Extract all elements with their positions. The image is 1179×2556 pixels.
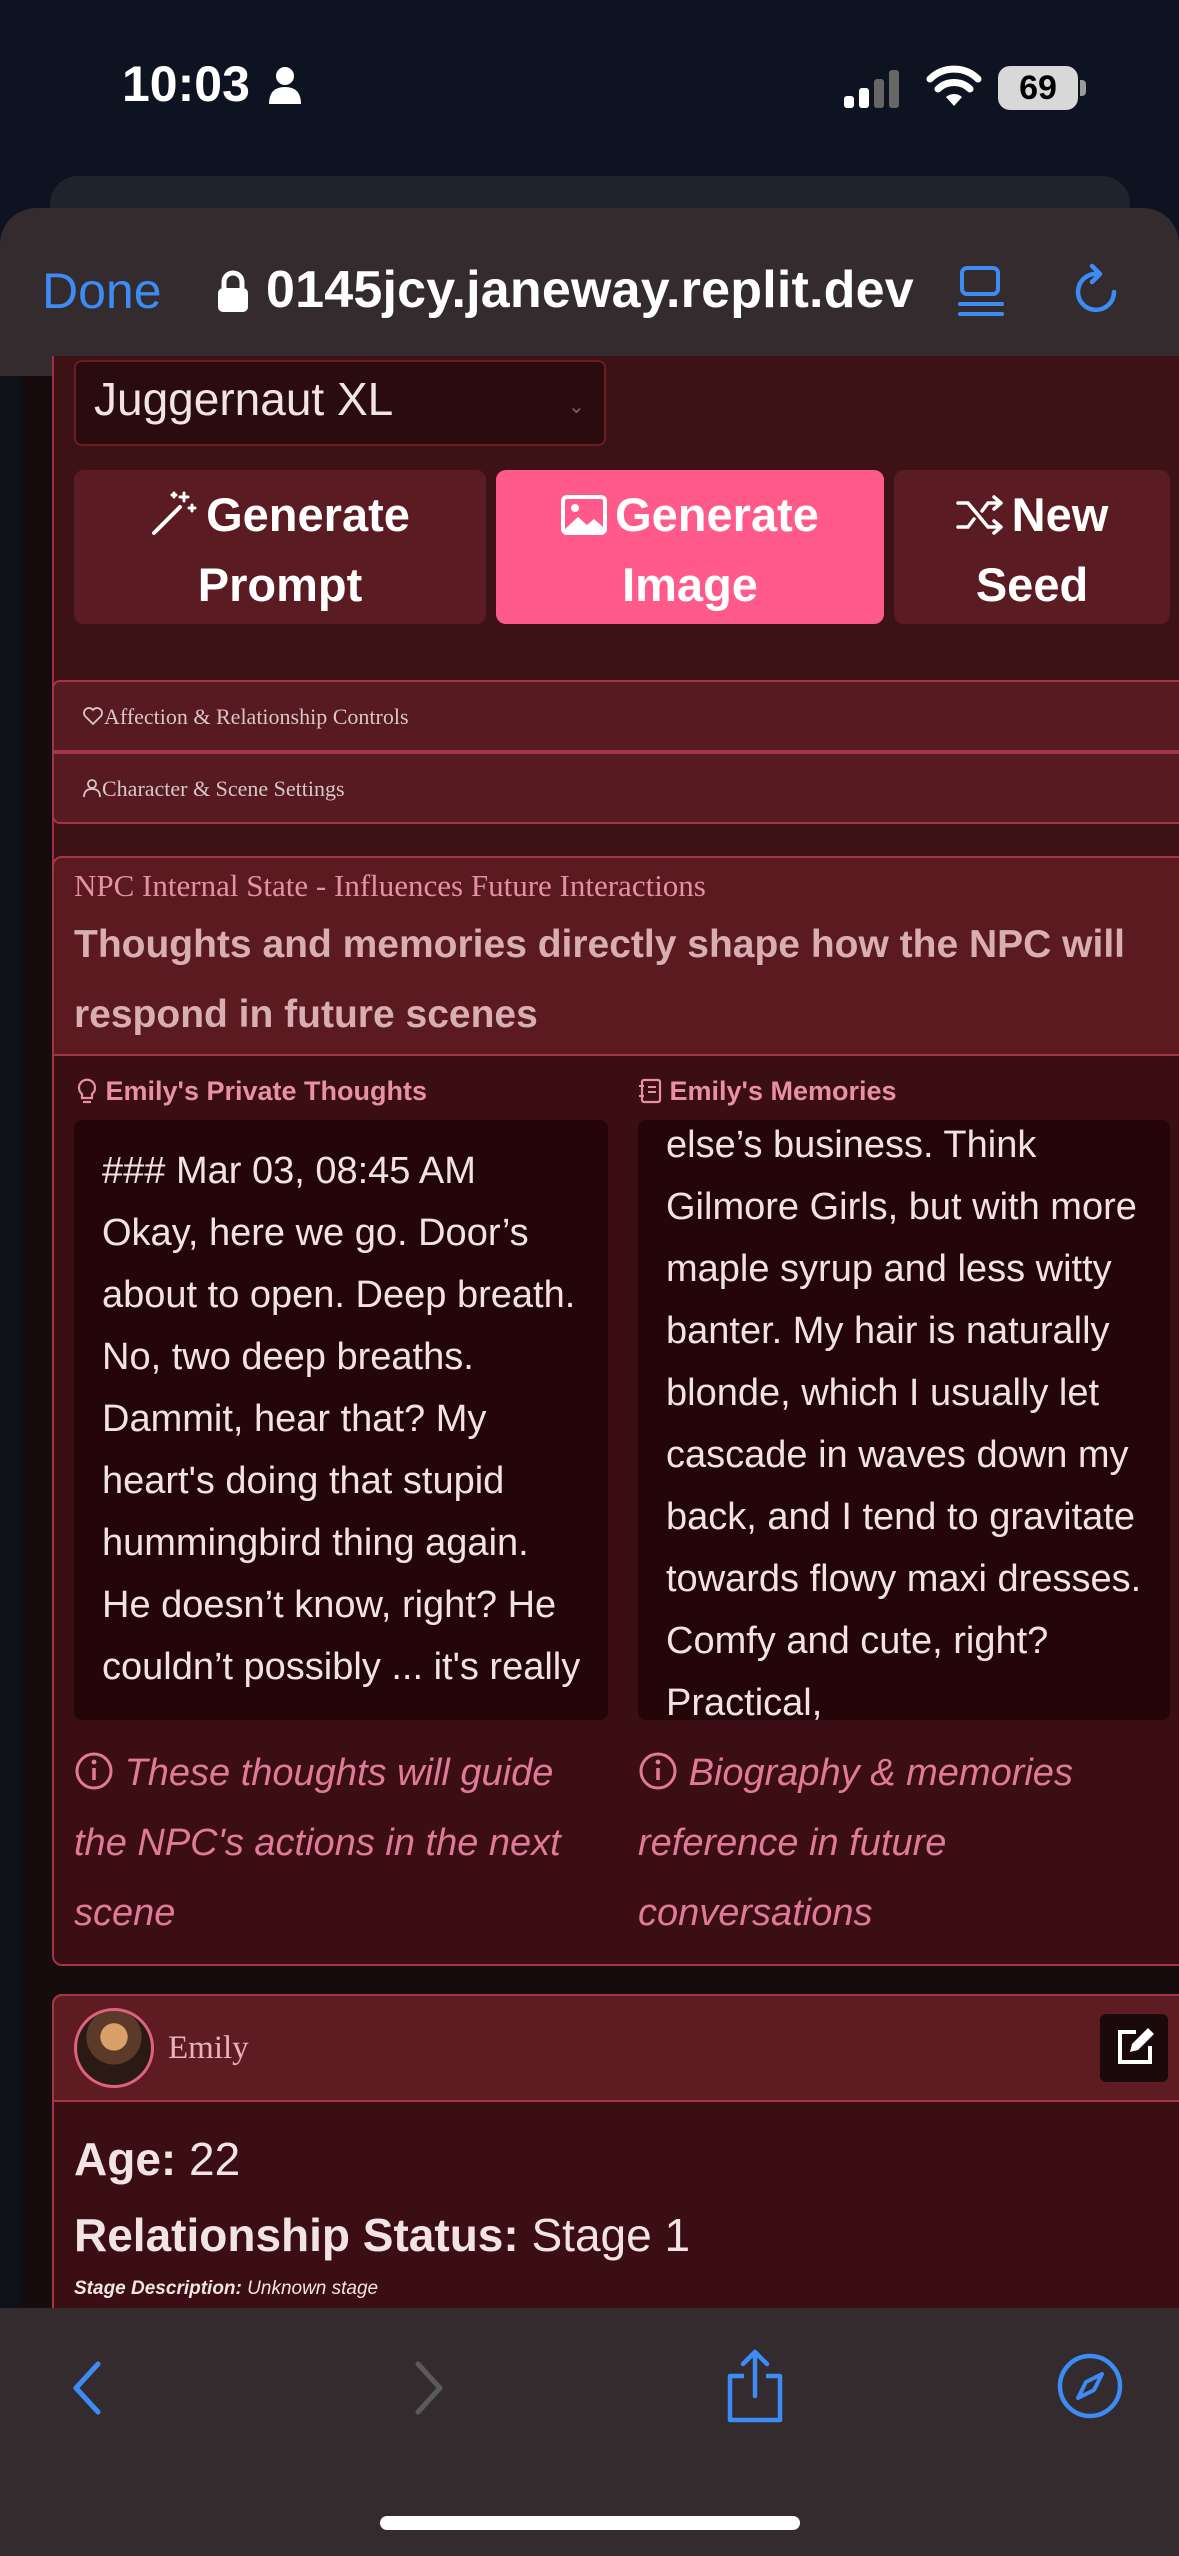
generate-image-label-2: Image: [622, 558, 758, 611]
generate-image-label-1: Generate: [615, 488, 819, 541]
character-accordion-label: Character & Scene Settings: [102, 776, 345, 801]
generate-prompt-label-2: Prompt: [197, 558, 363, 611]
model-select[interactable]: Juggernaut XL: [74, 360, 606, 446]
affection-accordion-label: Affection & Relationship Controls: [104, 704, 409, 729]
memories-text: else’s business. Think Gilmore Girls, bu…: [666, 1124, 1142, 1720]
memories-note: Biography & memories reference in future…: [638, 1738, 1158, 1948]
thoughts-label: Emily's Private Thoughts: [76, 1076, 427, 1107]
age-field: Age: 22: [74, 2132, 240, 2186]
npc-state-title: Thoughts and memories directly shape how…: [74, 923, 1126, 1036]
back-icon[interactable]: [68, 2358, 108, 2418]
stage-label: Stage Description:: [74, 2278, 242, 2299]
home-indicator: [380, 2516, 800, 2530]
compass-icon[interactable]: [1056, 2352, 1124, 2420]
relationship-value: Stage 1: [531, 2209, 691, 2261]
thoughts-note-text: These thoughts will guide the NPC's acti…: [74, 1752, 561, 1934]
age-value: 22: [189, 2133, 241, 2185]
info-icon: [639, 1752, 677, 1790]
edit-button[interactable]: [1100, 2014, 1168, 2082]
relationship-label: Relationship Status:: [74, 2209, 519, 2261]
thoughts-label-text: Emily's Private Thoughts: [105, 1076, 428, 1106]
generate-image-button[interactable]: Generate Image: [496, 470, 884, 624]
generate-prompt-button[interactable]: Generate Prompt: [74, 470, 486, 624]
image-icon: [561, 495, 608, 535]
lightbulb-icon: [77, 1078, 97, 1104]
new-seed-label-2: Seed: [975, 558, 1089, 611]
memories-label: Emily's Memories: [638, 1076, 897, 1107]
chevron-down-icon: ⌄: [568, 396, 585, 418]
notebook-icon: [639, 1078, 662, 1104]
share-icon[interactable]: [724, 2348, 786, 2424]
thoughts-text: ### Mar 03, 08:45 AM Okay, here we go. D…: [102, 1150, 581, 1688]
character-accordion[interactable]: Character & Scene Settings ⌄: [52, 752, 1179, 824]
memories-label-text: Emily's Memories: [669, 1076, 897, 1106]
npc-state-subtitle: NPC Internal State - Influences Future I…: [74, 868, 706, 903]
affection-accordion[interactable]: Affection & Relationship Controls ⌄: [52, 680, 1179, 752]
memories-note-text: Biography & memories reference in future…: [638, 1752, 1073, 1934]
battery-tip: [1080, 80, 1086, 96]
shuffle-icon: [955, 495, 1003, 535]
page-left-gutter: [0, 376, 22, 2308]
age-label: Age:: [74, 2133, 177, 2185]
memories-textarea[interactable]: else’s business. Think Gilmore Girls, bu…: [638, 1120, 1170, 1720]
wand-icon: [152, 491, 197, 535]
reload-icon[interactable]: [1072, 262, 1124, 318]
wifi-icon: [926, 65, 982, 106]
new-seed-label-1: New: [1011, 488, 1109, 541]
thoughts-textarea[interactable]: ### Mar 03, 08:45 AM Okay, here we go. D…: [74, 1120, 608, 1720]
url-field[interactable]: 0145jcy.janeway.replit.dev: [266, 260, 914, 320]
generate-prompt-label-1: Generate: [206, 488, 410, 541]
stage-value: Unknown stage: [247, 2278, 379, 2299]
battery-level: 69: [998, 66, 1078, 110]
lock-icon: [218, 270, 248, 312]
forward-icon[interactable]: [408, 2358, 448, 2418]
user-icon: [83, 779, 101, 798]
thoughts-note: These thoughts will guide the NPC's acti…: [74, 1738, 614, 1948]
stage-description: Stage Description: Unknown stage: [74, 2278, 378, 2300]
character-name: Emily: [168, 2030, 249, 2066]
new-seed-button[interactable]: New Seed: [894, 470, 1170, 624]
done-button[interactable]: Done: [42, 262, 162, 320]
heart-icon: [83, 707, 103, 726]
info-icon: [75, 1752, 113, 1790]
reader-icon[interactable]: [956, 264, 1006, 320]
signal-icon: [844, 70, 899, 108]
status-time: 10:03: [122, 56, 250, 112]
person-icon: [269, 67, 301, 104]
avatar[interactable]: [74, 2008, 154, 2088]
relationship-field: Relationship Status: Stage 1: [74, 2208, 690, 2262]
edit-icon: [1118, 2028, 1154, 2064]
